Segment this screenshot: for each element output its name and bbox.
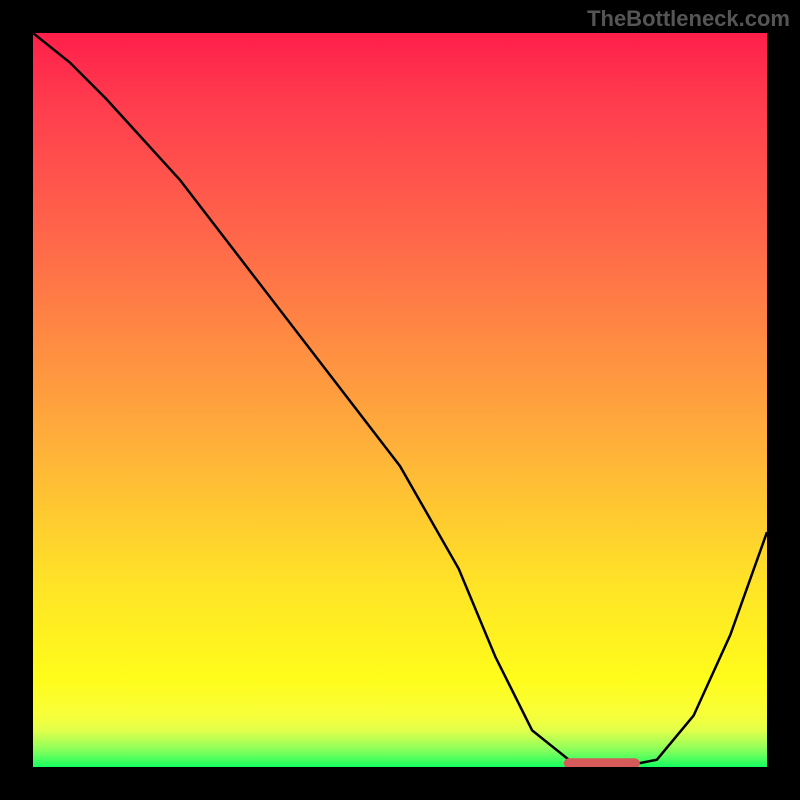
plot-area [33, 33, 767, 767]
chart-container: TheBottleneck.com [0, 0, 800, 800]
curve-svg [33, 33, 767, 767]
bottleneck-curve [33, 33, 767, 767]
watermark-text: TheBottleneck.com [587, 6, 790, 32]
